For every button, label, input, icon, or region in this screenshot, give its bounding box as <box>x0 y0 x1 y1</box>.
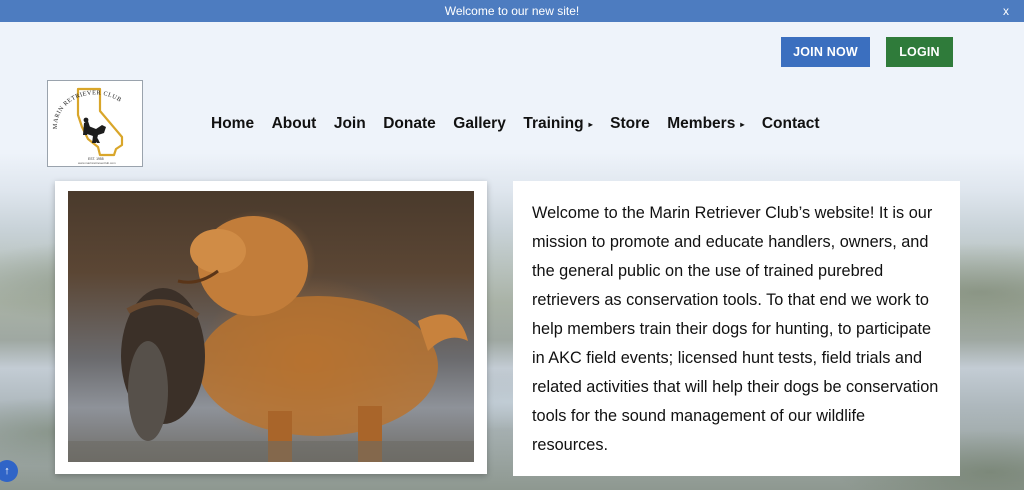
nav-store[interactable]: Store <box>610 113 650 135</box>
nav-home[interactable]: Home <box>211 113 254 135</box>
welcome-text: Welcome to the Marin Retriever Club’s we… <box>532 204 939 454</box>
nav-donate[interactable]: Donate <box>383 113 436 135</box>
nav-label: Members <box>667 115 736 132</box>
nav-join[interactable]: Join <box>334 113 366 135</box>
nav-training[interactable]: Training ▸ <box>523 113 592 135</box>
california-outline-logo-icon: MARIN RETRIEVER CLUB EST. 1955 www.marin… <box>52 87 124 165</box>
nav-members[interactable]: Members ▸ <box>667 113 744 135</box>
dog-illustration-icon <box>68 216 474 462</box>
nav-label: Store <box>610 115 650 132</box>
nav-about[interactable]: About <box>272 113 317 135</box>
nav-label: Training <box>523 115 584 132</box>
welcome-panel: Welcome to the Marin Retriever Club’s we… <box>513 181 960 476</box>
close-icon[interactable]: x <box>1003 0 1009 22</box>
login-button[interactable]: LOGIN <box>886 37 953 67</box>
nav-label: Home <box>211 115 255 132</box>
join-now-button[interactable]: JOIN NOW <box>781 37 870 67</box>
caret-right-icon: ▸ <box>588 119 593 129</box>
nav-contact[interactable]: Contact <box>762 113 820 135</box>
announcement-text: Welcome to our new site! <box>444 4 580 18</box>
logo-url: www.marinretrieverclub.com <box>78 161 116 165</box>
caret-right-icon: ▸ <box>740 119 745 129</box>
nav-label: About <box>271 115 317 132</box>
hero-photo-frame <box>55 181 487 474</box>
nav-label: Contact <box>761 115 820 132</box>
nav-label: Gallery <box>453 115 506 132</box>
nav-gallery[interactable]: Gallery <box>453 113 506 135</box>
retriever-dog-photo <box>68 191 474 462</box>
main-navigation: Home About Join Donate Gallery Training ▸… <box>211 113 837 135</box>
nav-label: Donate <box>383 115 436 132</box>
announcement-bar: Welcome to our new site! x <box>0 0 1024 22</box>
nav-label: Join <box>333 115 366 132</box>
club-logo[interactable]: MARIN RETRIEVER CLUB EST. 1955 www.marin… <box>47 80 143 167</box>
